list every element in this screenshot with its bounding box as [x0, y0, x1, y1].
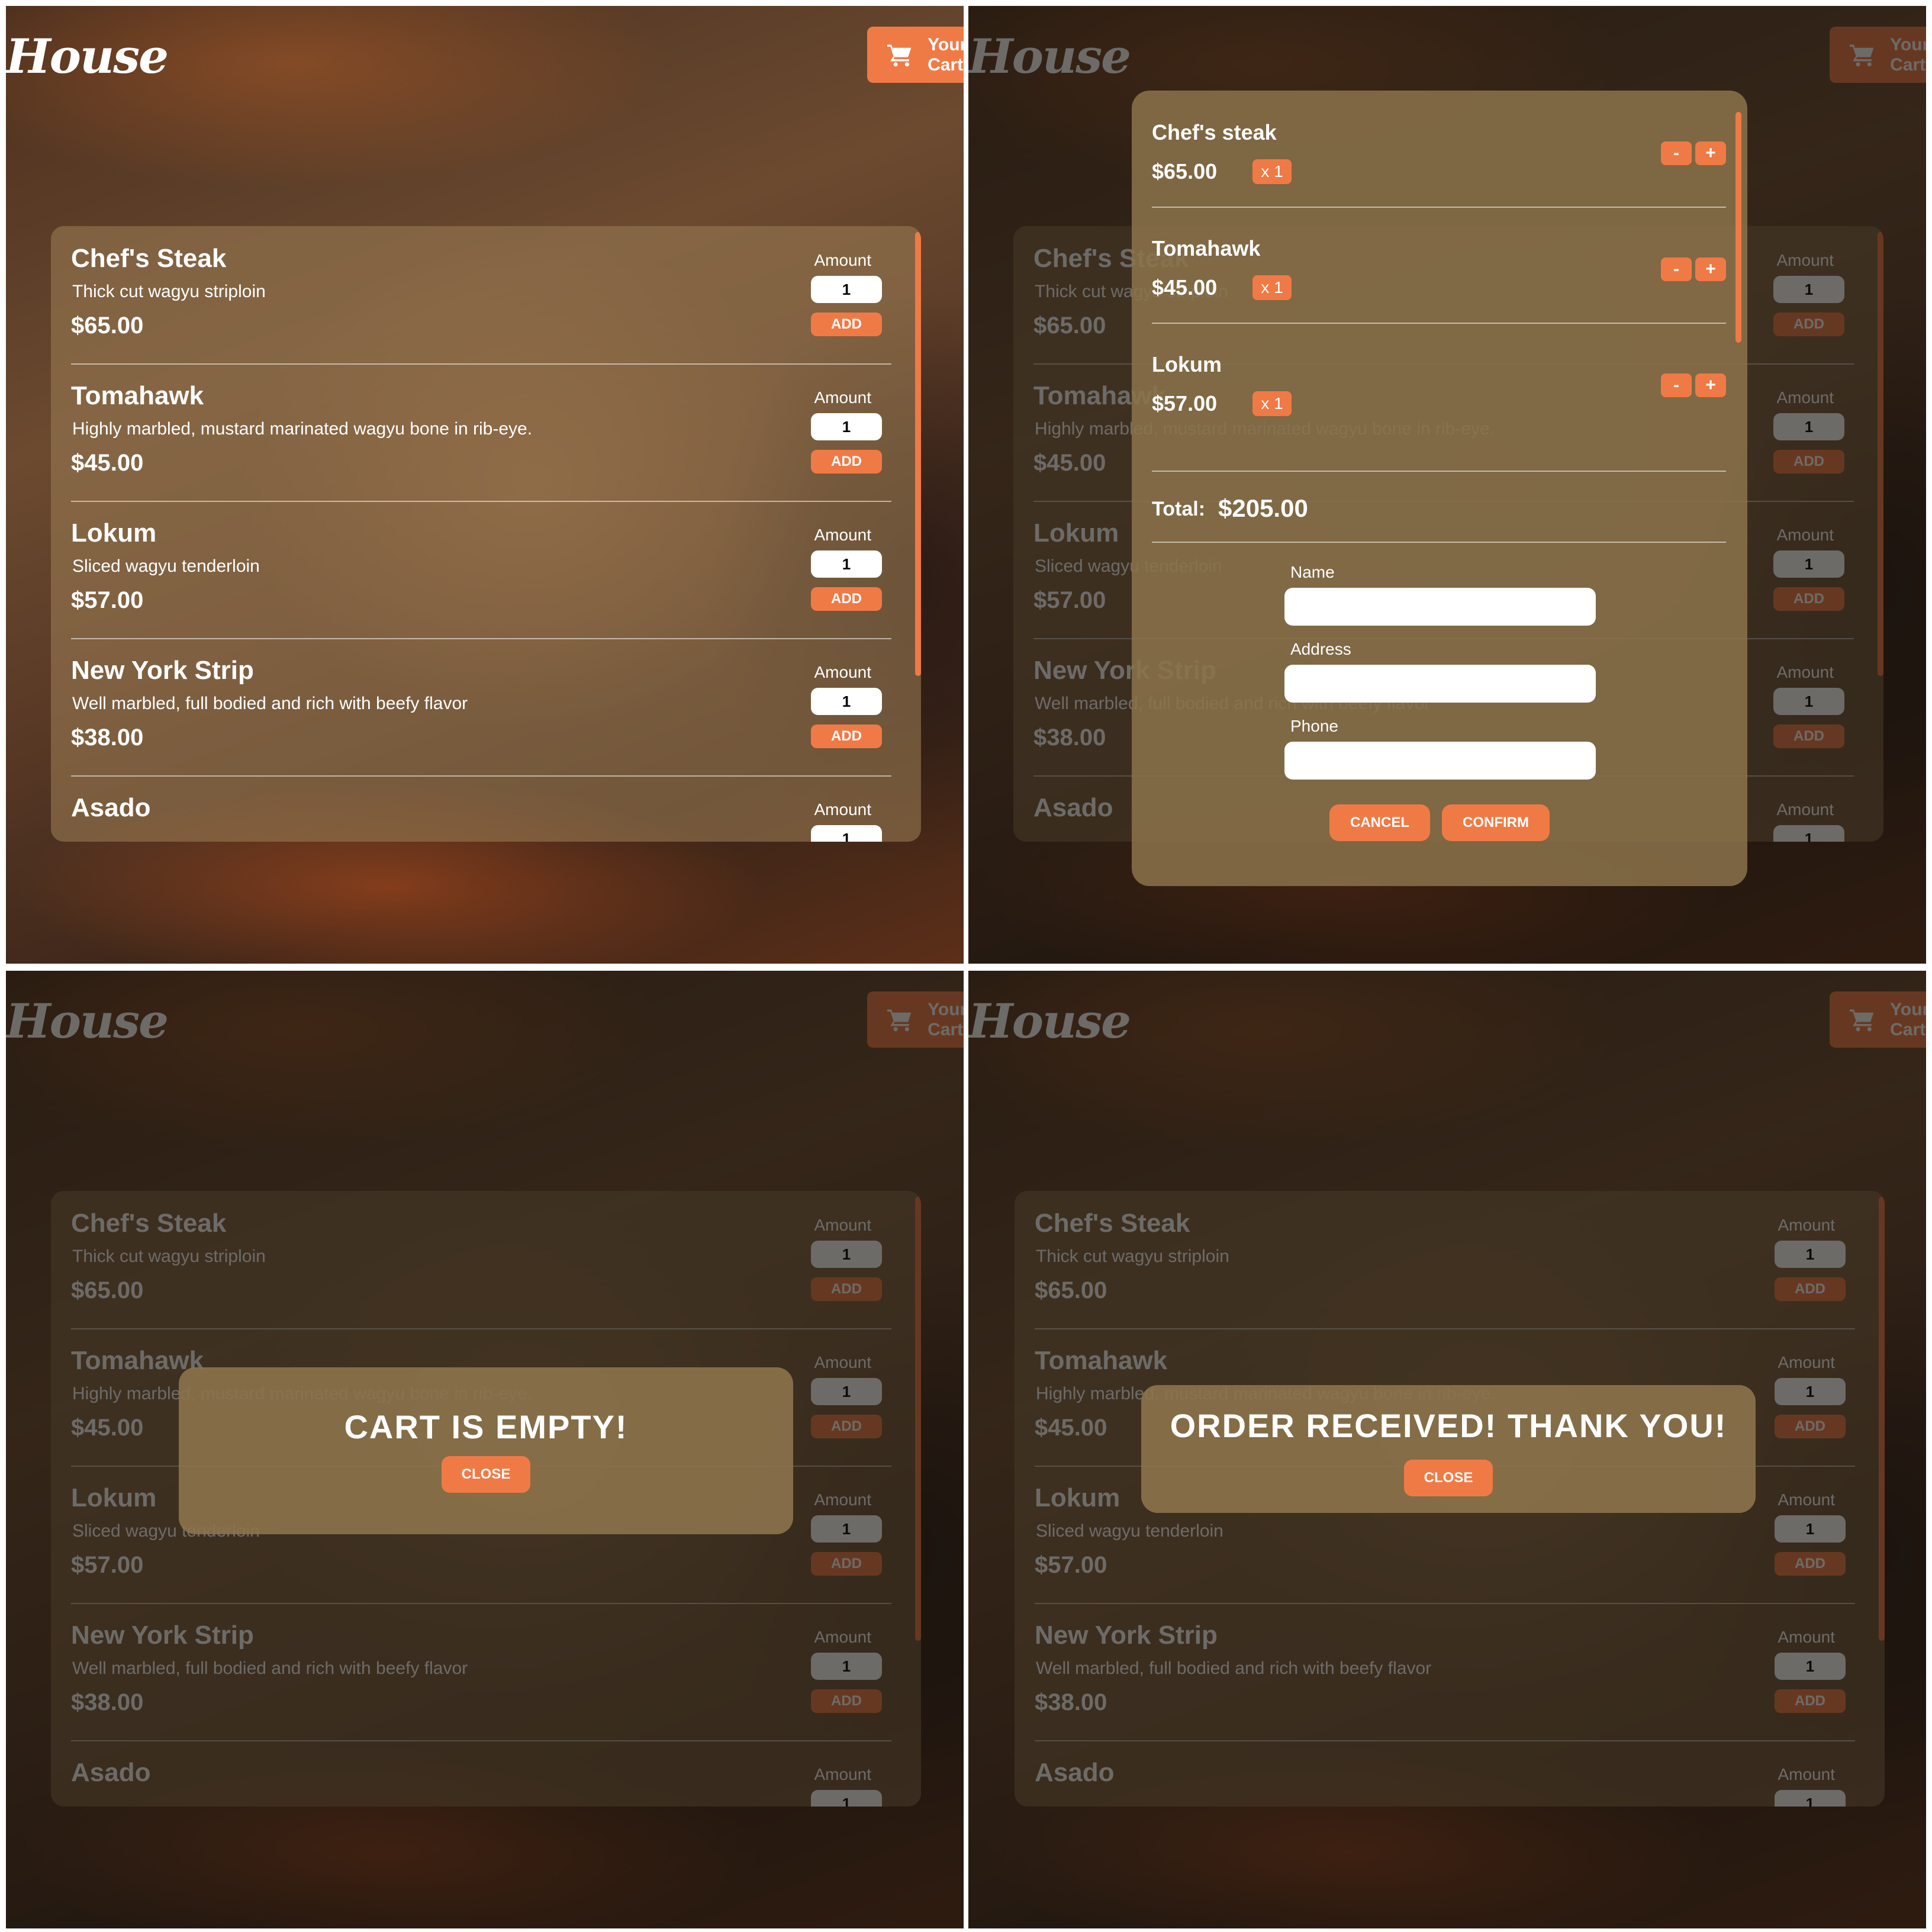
item-price: $38.00	[71, 724, 144, 751]
cart-item-price: $57.00	[1152, 391, 1218, 416]
logo: House	[6, 28, 169, 84]
phone-label: Phone	[1290, 717, 1338, 735]
screen-cart-empty: House Your Cart Chef's Steak Thick cut w…	[6, 971, 964, 1928]
cart-button-label: Your Cart	[928, 34, 964, 75]
item-name: Asado	[71, 793, 151, 822]
cart-item: Lokum $57.00 x 1 - +	[1152, 323, 1726, 472]
screen-cart: House Your Cart Chef's Steak Thick cut w…	[968, 6, 1926, 964]
cancel-button[interactable]: CANCEL	[1329, 804, 1430, 841]
cart-item-price: $65.00	[1152, 159, 1218, 183]
add-button[interactable]: ADD	[811, 313, 882, 336]
increase-button[interactable]: +	[1695, 373, 1726, 397]
cart-empty-message: CART IS EMPTY!	[344, 1408, 628, 1445]
cart-item-price: $45.00	[1152, 275, 1218, 300]
item-name: Lokum	[71, 519, 157, 548]
total-label: Total:	[1152, 498, 1206, 520]
amount-input[interactable]	[811, 825, 882, 842]
menu-item: Chef's Steak Thick cut wagyu striploin $…	[71, 226, 891, 365]
item-description: Sliced wagyu tenderloin	[72, 556, 260, 576]
cart-scrollbar[interactable]	[1735, 112, 1741, 343]
amount-input[interactable]	[811, 550, 882, 578]
name-label: Name	[1290, 563, 1335, 581]
cart-modal: Chef's steak $65.00 x 1 - + Tomahawk $45…	[1132, 91, 1747, 886]
cart-item: Chef's steak $65.00 x 1 - +	[1152, 91, 1726, 208]
add-button[interactable]: ADD	[811, 724, 882, 748]
screen-menu: House Your Cart Chef's Steak Thick cut w…	[6, 6, 964, 964]
cart-item-name: Chef's steak	[1152, 120, 1277, 144]
menu-item: Lokum Sliced wagyu tenderloin $57.00 Amo…	[71, 501, 891, 639]
menu-item: Tomahawk Highly marbled, mustard marinat…	[71, 363, 891, 502]
item-description: Highly marbled, mustard marinated wagyu …	[72, 419, 533, 439]
amount-input[interactable]	[811, 688, 882, 715]
phone-field[interactable]	[1284, 742, 1596, 780]
address-field[interactable]	[1284, 665, 1596, 703]
item-name: Chef's Steak	[71, 244, 227, 273]
increase-button[interactable]: +	[1695, 141, 1726, 165]
amount-input[interactable]	[811, 413, 882, 440]
close-button[interactable]: CLOSE	[1404, 1460, 1493, 1496]
order-received-message: ORDER RECEIVED! THANK YOU!	[1170, 1407, 1727, 1444]
amount-label: Amount	[814, 388, 872, 407]
menu-list[interactable]: Chef's Steak Thick cut wagyu striploin $…	[51, 226, 921, 842]
add-button[interactable]: ADD	[811, 450, 882, 474]
item-price: $57.00	[71, 587, 144, 613]
confirm-button[interactable]: CONFIRM	[1442, 804, 1550, 841]
amount-label: Amount	[814, 526, 872, 544]
amount-label: Amount	[814, 251, 872, 269]
cart-item-qty: x 1	[1252, 391, 1292, 416]
menu-item: Asado Amount	[71, 775, 891, 842]
item-name: New York Strip	[71, 656, 254, 685]
cart-item: Tomahawk $45.00 x 1 - +	[1152, 207, 1726, 324]
total-value: $205.00	[1218, 494, 1308, 522]
menu-item: New York Strip Well marbled, full bodied…	[71, 638, 891, 777]
decrease-button[interactable]: -	[1661, 257, 1692, 281]
item-price: $45.00	[71, 450, 144, 476]
amount-label: Amount	[814, 800, 872, 819]
your-cart-button[interactable]: Your Cart	[867, 27, 964, 83]
add-button[interactable]: ADD	[811, 587, 882, 611]
cart-total: Total: $205.00	[1152, 472, 1726, 543]
cart-empty-modal: CART IS EMPTY! CLOSE	[179, 1367, 793, 1534]
cart-item-name: Tomahawk	[1152, 236, 1261, 260]
cart-item-qty: x 1	[1252, 275, 1292, 300]
name-field[interactable]	[1284, 588, 1596, 626]
item-name: Tomahawk	[71, 381, 204, 410]
amount-label: Amount	[814, 663, 872, 681]
item-description: Thick cut wagyu striploin	[72, 282, 266, 301]
amount-input[interactable]	[811, 276, 882, 303]
address-label: Address	[1290, 640, 1351, 658]
menu-scrollbar[interactable]	[915, 232, 921, 676]
decrease-button[interactable]: -	[1661, 141, 1692, 165]
increase-button[interactable]: +	[1695, 257, 1726, 281]
cart-item-name: Lokum	[1152, 352, 1222, 376]
shopping-cart-icon	[887, 44, 912, 66]
item-description: Well marbled, full bodied and rich with …	[72, 694, 468, 713]
screen-order-received: House Your Cart Chef's Steak Thick cut w…	[968, 971, 1926, 1928]
close-button[interactable]: CLOSE	[442, 1456, 530, 1493]
item-price: $65.00	[71, 313, 144, 339]
cart-item-qty: x 1	[1252, 159, 1292, 184]
order-received-modal: ORDER RECEIVED! THANK YOU! CLOSE	[1141, 1385, 1756, 1513]
decrease-button[interactable]: -	[1661, 373, 1692, 397]
